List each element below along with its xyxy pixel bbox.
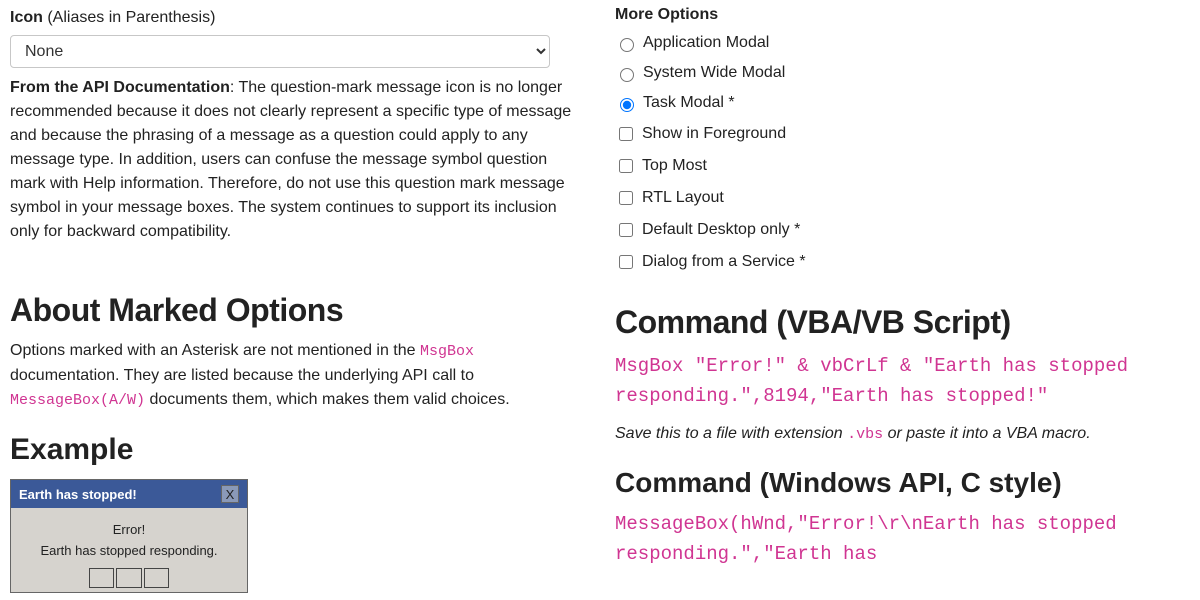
option-label[interactable]: Dialog from a Service * [642, 253, 806, 271]
option-row: Show in Foreground [615, 118, 1190, 150]
option-label[interactable]: Task Modal * [643, 94, 735, 112]
messagebox-line2: Earth has stopped responding. [21, 541, 237, 562]
option-checkbox[interactable] [619, 255, 633, 269]
option-label[interactable]: RTL Layout [642, 189, 724, 207]
about-marked-heading: About Marked Options [10, 292, 585, 329]
messagebox-button[interactable] [116, 568, 141, 588]
option-row: System Wide Modal [615, 58, 1190, 88]
option-label[interactable]: Application Modal [643, 34, 769, 52]
option-row: RTL Layout [615, 182, 1190, 214]
option-label[interactable]: Top Most [642, 157, 707, 175]
about-marked-paragraph: Options marked with an Asterisk are not … [10, 339, 585, 413]
messagebox-title: Earth has stopped! [19, 487, 137, 502]
command-c-code: MessageBox(hWnd,"Error!\r\nEarth has sto… [615, 509, 1190, 570]
option-row: Dialog from a Service * [615, 246, 1190, 278]
messagebox-titlebar: Earth has stopped! X [11, 480, 247, 508]
icon-select[interactable]: None [10, 35, 550, 68]
command-vba-heading: Command (VBA/VB Script) [615, 304, 1190, 341]
more-options-group: Application Modal System Wide Modal Task M… [615, 28, 1190, 278]
messagebox-buttons [21, 562, 237, 588]
close-icon[interactable]: X [221, 485, 239, 503]
example-messagebox: Earth has stopped! X Error! Earth has st… [10, 479, 248, 593]
messagebox-button[interactable] [89, 568, 114, 588]
option-radio[interactable] [620, 98, 634, 112]
messagebox-button[interactable] [144, 568, 169, 588]
right-column: More Options Application Modal System Wid… [615, 6, 1190, 593]
code-vbs-ext: .vbs [847, 426, 883, 443]
left-column: Icon (Aliases in Parenthesis) None From … [10, 6, 585, 593]
option-row: Application Modal [615, 28, 1190, 58]
option-row: Top Most [615, 150, 1190, 182]
option-checkbox[interactable] [619, 159, 633, 173]
messagebox-body: Error! Earth has stopped responding. [11, 508, 247, 592]
save-note: Save this to a file with extension .vbs … [615, 422, 1190, 447]
option-label[interactable]: Show in Foreground [642, 125, 786, 143]
code-msgbox: MsgBox [420, 343, 474, 360]
option-label[interactable]: System Wide Modal [643, 64, 785, 82]
option-checkbox[interactable] [619, 191, 633, 205]
command-c-heading: Command (Windows API, C style) [615, 467, 1190, 499]
option-row: Default Desktop only * [615, 214, 1190, 246]
option-radio[interactable] [620, 38, 634, 52]
api-doc-note: From the API Documentation: The question… [10, 76, 585, 244]
option-checkbox[interactable] [619, 223, 633, 237]
code-messagebox: MessageBox(A/W) [10, 392, 145, 409]
option-radio[interactable] [620, 68, 634, 82]
option-checkbox[interactable] [619, 127, 633, 141]
messagebox-line1: Error! [21, 520, 237, 541]
command-vba-code: MsgBox "Error!" & vbCrLf & "Earth has st… [615, 351, 1190, 412]
example-heading: Example [10, 433, 585, 467]
more-options-label: More Options [615, 6, 1190, 24]
option-row: Task Modal * [615, 88, 1190, 118]
icon-field-label: Icon (Aliases in Parenthesis) [10, 6, 585, 31]
option-label[interactable]: Default Desktop only * [642, 221, 800, 239]
